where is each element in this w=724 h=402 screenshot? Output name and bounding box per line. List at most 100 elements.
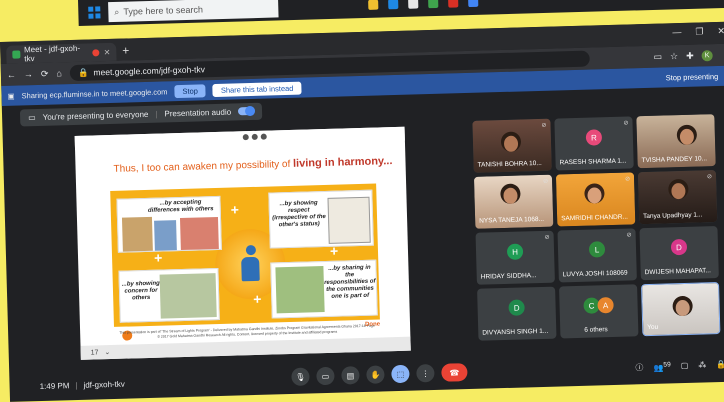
share-screen-icon: ▣ [7,91,15,101]
meeting-time: 1:49 PM [39,380,70,391]
browser-tab-meet[interactable]: Meet - jdf-gxoh-tkv ✕ [6,42,117,64]
person-icon [241,244,262,284]
others-tile[interactable]: C A 6 others [559,284,639,339]
chat-icon[interactable]: ▢ [681,361,689,372]
plus-sign: + [253,290,262,308]
self-tile[interactable]: You [641,282,721,337]
participant-name: You [647,323,659,332]
illustration-accepting: ...by accepting differences with others [116,195,222,253]
taskbar-app-icon[interactable] [468,0,479,8]
close-window-button[interactable]: ✕ [717,26,724,37]
share-this-tab-button[interactable]: Share this tab instead [212,81,302,97]
background-taskbar: ⌕ Type here to search [78,0,724,26]
more-options-button[interactable]: ⋮ [416,364,435,383]
back-arrow-icon[interactable]: ← [7,70,16,80]
maximize-button[interactable]: ❐ [695,26,703,37]
avatar: R [585,129,603,146]
toolbar-right-icons: ▭ ☆ ✚ K ⋮ [653,49,724,62]
new-tab-button[interactable]: + [122,43,129,57]
mic-toggle-button[interactable]: 🎙 [291,367,310,386]
participant-tile[interactable]: ⊘ SAMRIDHI CHANDR... [555,172,636,227]
slide-toolbar-icons[interactable] [242,133,267,141]
host-controls-icon[interactable]: 🔒 [716,360,724,371]
window-controls: — ❐ ✕ [672,26,724,38]
mic-off-icon: ⊘ [544,234,550,241]
address-bar-url: meet.google.com/jdf-gxoh-tkv [93,64,206,78]
slide-heading-emphasis: living in harmony... [292,155,393,170]
caption-respect: ...by showing respect (irrespective of t… [272,200,326,228]
meeting-stage: Thus, I too can awaken my possibility of… [2,109,724,369]
windows-start-icon[interactable] [88,6,101,19]
participant-tile[interactable]: ⊘ Tanya Upadhyay 1... [637,170,718,225]
star-icon[interactable]: ☆ [670,51,678,62]
mic-off-icon: ⊘ [541,122,547,129]
shared-presentation: Thus, I too can awaken my possibility of… [74,126,411,360]
raise-hand-button[interactable]: ✋ [366,365,385,384]
home-icon[interactable]: ⌂ [56,68,62,78]
participant-name: LUVYA JOSHI 108069 [562,269,628,279]
participant-tile[interactable]: D DWIJESH MAHAPAT... [639,226,719,281]
extension-icon[interactable]: ✚ [686,50,694,61]
profile-avatar[interactable]: K [701,49,713,61]
participant-tile[interactable]: L ⊘ LUVYA JOSHI 108069 [557,228,637,283]
menu-kebab-icon[interactable]: ⋮ [720,49,724,60]
plus-sign: + [153,249,163,266]
caption-concern: ...by showing concern for others [121,280,160,302]
tab-title: Meet - jdf-gxoh-tkv [23,43,81,64]
taskbar-app-icon[interactable] [428,0,439,9]
avatar: D [670,238,688,256]
stop-sharing-button[interactable]: Stop [174,83,207,98]
presenting-label: You're presenting to everyone [42,109,149,122]
participant-tile[interactable]: ⊘ NYSA TANEJA 1068... [473,174,554,229]
participant-name: DIVYANSH SINGH 1... [482,327,549,337]
presentation-audio-toggle[interactable] [238,106,255,116]
illustration-concern: ...by showing concern for others [118,267,220,323]
camera-toggle-button[interactable]: ▭ [316,366,335,386]
presentation-audio-label: Presentation audio [164,107,232,118]
minimize-button[interactable]: — [672,27,681,38]
captions-button[interactable]: ▤ [341,366,360,385]
call-controls: 🎙 ▭ ▤ ✋ ⬚ ⋮ ☎ [291,363,468,386]
participant-tile[interactable]: ⊘ TANISHI BOHRA 10... [472,118,552,173]
lock-icon: 🔒 [77,67,89,78]
avatar: L [588,241,606,258]
tab-close-icon[interactable]: ✕ [103,47,110,56]
avatar: A [597,296,614,314]
mic-off-icon: ⊘ [623,120,629,127]
taskbar-app-icon[interactable] [388,0,399,10]
mic-off-icon: ⊘ [626,232,632,239]
chevron-down-icon[interactable]: ⌄ [104,348,110,356]
meeting-side-controls: ⓘ 👥59 ▢ ⁂ 🔒 [635,360,724,374]
illustration-sharing: ...by sharing in the responsibilities of… [270,259,378,319]
share-banner-text: Sharing ecp.fluminse.in to meet.google.c… [21,86,168,100]
mic-off-icon: ⊘ [624,176,631,183]
forward-arrow-icon[interactable]: → [24,69,33,79]
taskbar-app-icons [368,0,479,10]
slide-illustration: ...by accepting differences with others … [110,183,380,327]
slide-done-label: Done [364,321,381,328]
taskbar-app-icon[interactable] [408,0,419,9]
plus-sign: + [230,201,240,218]
reload-icon[interactable]: ⟳ [41,68,49,79]
taskbar-app-icon[interactable] [368,0,379,10]
people-icon[interactable]: 👥59 [653,361,671,372]
avatar: H [506,243,524,260]
camera-icon[interactable]: ▭ [653,51,662,62]
participant-name: HRIDAY SIDDHA... [480,272,537,281]
taskbar-search-placeholder: Type here to search [123,4,204,17]
slide-page-number[interactable]: 17 [91,349,99,356]
present-now-button[interactable]: ⬚ [391,364,410,384]
slide-heading: Thus, I too can awaken my possibility of… [113,155,393,175]
taskbar-app-icon[interactable] [448,0,459,8]
participant-tile[interactable]: R ⊘ RASESH SHARMA 1... [554,116,634,171]
taskbar-search-box[interactable]: ⌕ Type here to search [108,0,279,23]
participant-tile[interactable]: D DIVYANSH SINGH 1... [477,286,557,341]
stop-presenting-button[interactable]: Stop presenting [666,71,719,81]
participant-tile[interactable]: TVISHA PANDEY 10... [636,114,716,169]
participant-tile[interactable]: H ⊘ HRIDAY SIDDHA... [475,230,555,285]
activities-icon[interactable]: ⁂ [698,360,706,371]
end-call-button[interactable]: ☎ [441,363,468,382]
mic-off-icon: ⊘ [543,178,549,185]
info-icon[interactable]: ⓘ [635,362,643,373]
meet-favicon-icon [12,50,21,59]
